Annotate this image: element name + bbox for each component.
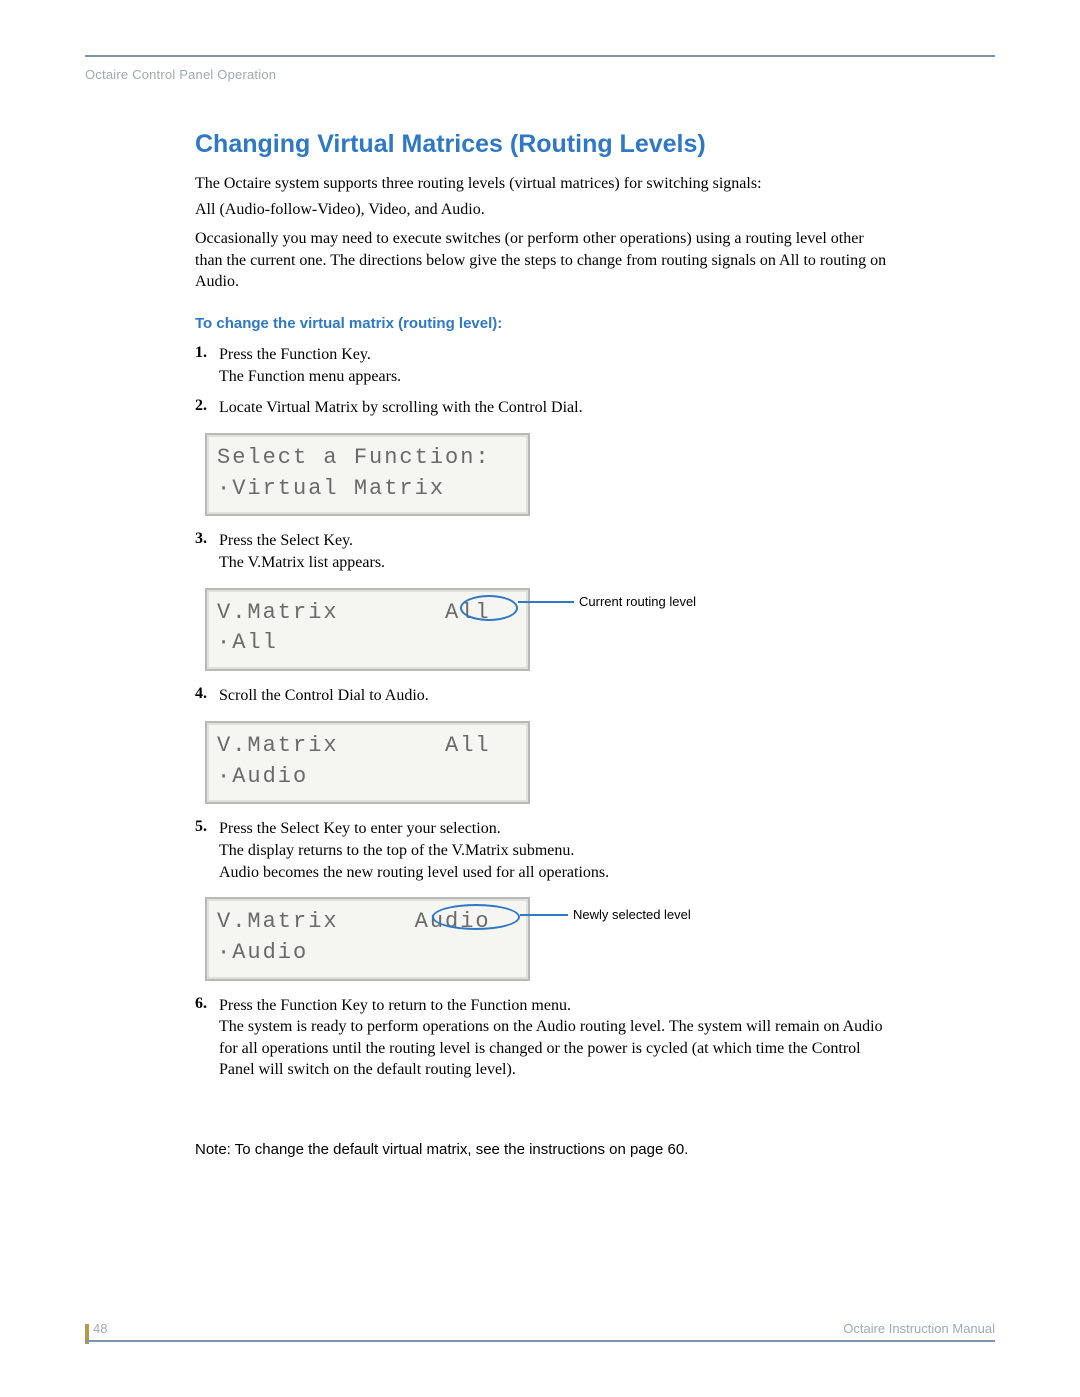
- step-list: 4. Scroll the Control Dial to Audio.: [195, 685, 895, 707]
- step-list: 5. Press the Select Key to enter your se…: [195, 818, 895, 883]
- intro-line-1: The Octaire system supports three routin…: [195, 173, 895, 195]
- callout-label: Current routing level: [579, 594, 696, 609]
- lcd-line: V.Matrix All: [217, 600, 491, 625]
- lcd-display: Select a Function: ·Virtual Matrix: [205, 433, 530, 517]
- step-text: Locate Virtual Matrix by scrolling with …: [219, 397, 895, 419]
- lcd-line: Select a Function:: [217, 445, 491, 470]
- step-text: Audio becomes the new routing level used…: [219, 862, 895, 884]
- step-number: 5.: [195, 818, 219, 883]
- step-item: 4. Scroll the Control Dial to Audio.: [195, 685, 895, 707]
- lcd-display: V.Matrix All ·Audio: [205, 721, 530, 805]
- lcd-line: V.Matrix All: [217, 733, 491, 758]
- lcd-line: ·Virtual Matrix: [217, 476, 445, 501]
- step-text: Press the Select Key.: [219, 530, 895, 552]
- procedure-subhead: To change the virtual matrix (routing le…: [195, 315, 895, 332]
- step-item: 5. Press the Select Key to enter your se…: [195, 818, 895, 883]
- step-text: The system is ready to perform operation…: [219, 1016, 895, 1081]
- callout-line-icon: [520, 914, 568, 916]
- step-item: 2. Locate Virtual Matrix by scrolling wi…: [195, 397, 895, 419]
- step-text: Press the Function Key.: [219, 344, 895, 366]
- step-number: 1.: [195, 344, 219, 387]
- lcd-line: ·Audio: [217, 940, 308, 965]
- manual-title: Octaire Instruction Manual: [843, 1321, 995, 1340]
- step-text: The display returns to the top of the V.…: [219, 840, 895, 862]
- header-breadcrumb: Octaire Control Panel Operation: [85, 67, 995, 82]
- step-item: 6. Press the Function Key to return to t…: [195, 995, 895, 1081]
- callout-oval-icon: [460, 595, 518, 621]
- step-number: 4.: [195, 685, 219, 707]
- step-list: 6. Press the Function Key to return to t…: [195, 995, 895, 1081]
- callout-oval-icon: [432, 904, 520, 930]
- page-footer: 48 Octaire Instruction Manual: [85, 1321, 995, 1342]
- page-number: 48: [85, 1321, 107, 1340]
- step-text: Scroll the Control Dial to Audio.: [219, 685, 895, 707]
- lcd-line: ·All: [217, 630, 278, 655]
- intro-line-2: All (Audio-follow-Video), Video, and Aud…: [195, 199, 895, 221]
- lcd-line: ·Audio: [217, 764, 308, 789]
- step-text: The Function menu appears.: [219, 366, 895, 388]
- note-text: Note: To change the default virtual matr…: [195, 1141, 895, 1158]
- callout-label: Newly selected level: [573, 907, 691, 922]
- step-list: 3. Press the Select Key. The V.Matrix li…: [195, 530, 895, 573]
- step-text: Press the Function Key to return to the …: [219, 995, 895, 1017]
- step-number: 3.: [195, 530, 219, 573]
- step-item: 1. Press the Function Key. The Function …: [195, 344, 895, 387]
- step-number: 2.: [195, 397, 219, 419]
- intro-line-3: Occasionally you may need to execute swi…: [195, 228, 895, 293]
- section-title: Changing Virtual Matrices (Routing Level…: [195, 130, 895, 159]
- header-rule: [85, 55, 995, 57]
- step-list: 1. Press the Function Key. The Function …: [195, 344, 895, 419]
- step-text: Press the Select Key to enter your selec…: [219, 818, 895, 840]
- step-item: 3. Press the Select Key. The V.Matrix li…: [195, 530, 895, 573]
- callout-line-icon: [518, 601, 574, 603]
- step-text: The V.Matrix list appears.: [219, 552, 895, 574]
- page-content: Octaire Control Panel Operation Changing…: [85, 55, 995, 1158]
- step-number: 6.: [195, 995, 219, 1081]
